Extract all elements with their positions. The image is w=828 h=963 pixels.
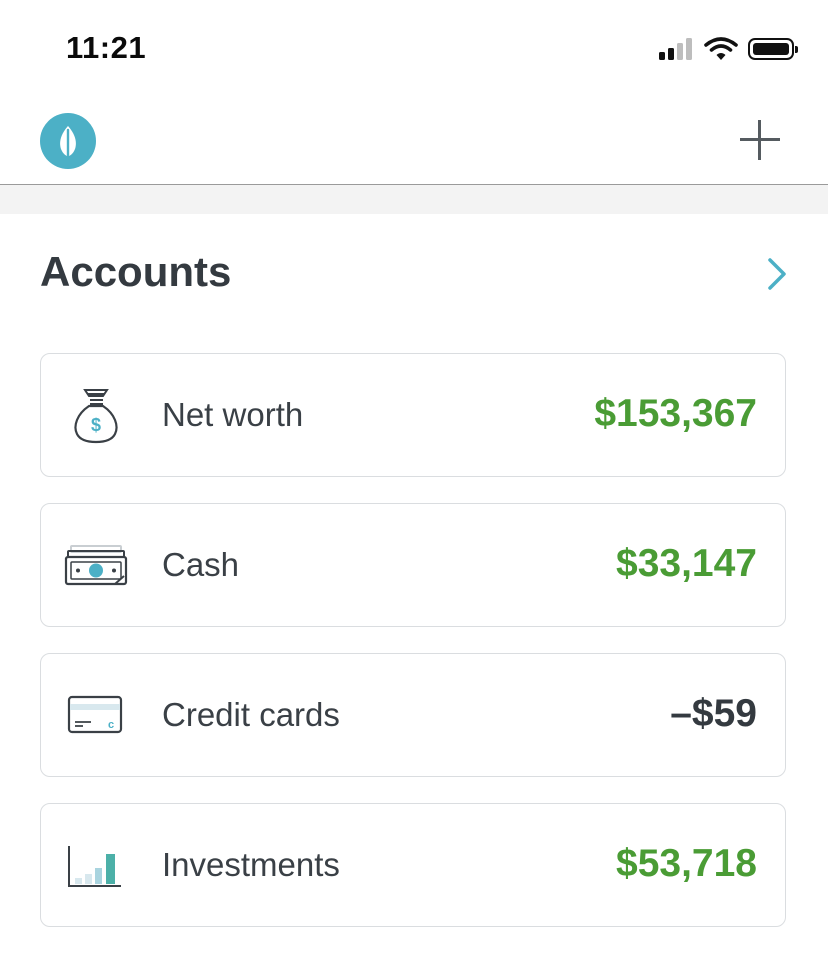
account-card-investments[interactable]: Investments $53,718	[40, 803, 786, 927]
svg-text:$: $	[91, 415, 101, 435]
cash-icon	[64, 545, 128, 586]
account-label: Cash	[162, 546, 240, 583]
account-card-cash[interactable]: Cash $33,147	[40, 503, 786, 627]
plus-icon[interactable]	[736, 116, 784, 164]
status-time: 11:21	[66, 30, 147, 65]
account-value: $33,147	[616, 542, 757, 585]
account-value: $53,718	[616, 842, 757, 885]
chevron-right-icon[interactable]	[762, 256, 792, 292]
money-bag-icon: $	[74, 389, 118, 444]
section-divider-band	[0, 185, 828, 214]
cellular-signal-icon	[659, 38, 692, 60]
account-value: –$59	[670, 692, 757, 735]
account-label: Net worth	[162, 396, 304, 433]
status-bar: 11:21	[0, 0, 828, 90]
accounts-title: Accounts	[40, 248, 232, 295]
svg-text:c: c	[108, 719, 114, 731]
credit-card-icon: c	[67, 695, 123, 734]
leaf-icon[interactable]	[40, 113, 96, 169]
status-icons	[659, 34, 798, 64]
account-card-credit-cards[interactable]: c Credit cards –$59	[40, 653, 786, 777]
investments-chart-icon	[68, 846, 121, 887]
account-label: Investments	[162, 846, 340, 883]
battery-icon	[748, 38, 798, 60]
wifi-icon	[704, 37, 738, 60]
account-label: Credit cards	[162, 696, 340, 733]
account-card-net-worth[interactable]: $ Net worth $153,367	[40, 353, 786, 477]
account-value: $153,367	[594, 392, 757, 435]
app-header	[0, 90, 828, 185]
